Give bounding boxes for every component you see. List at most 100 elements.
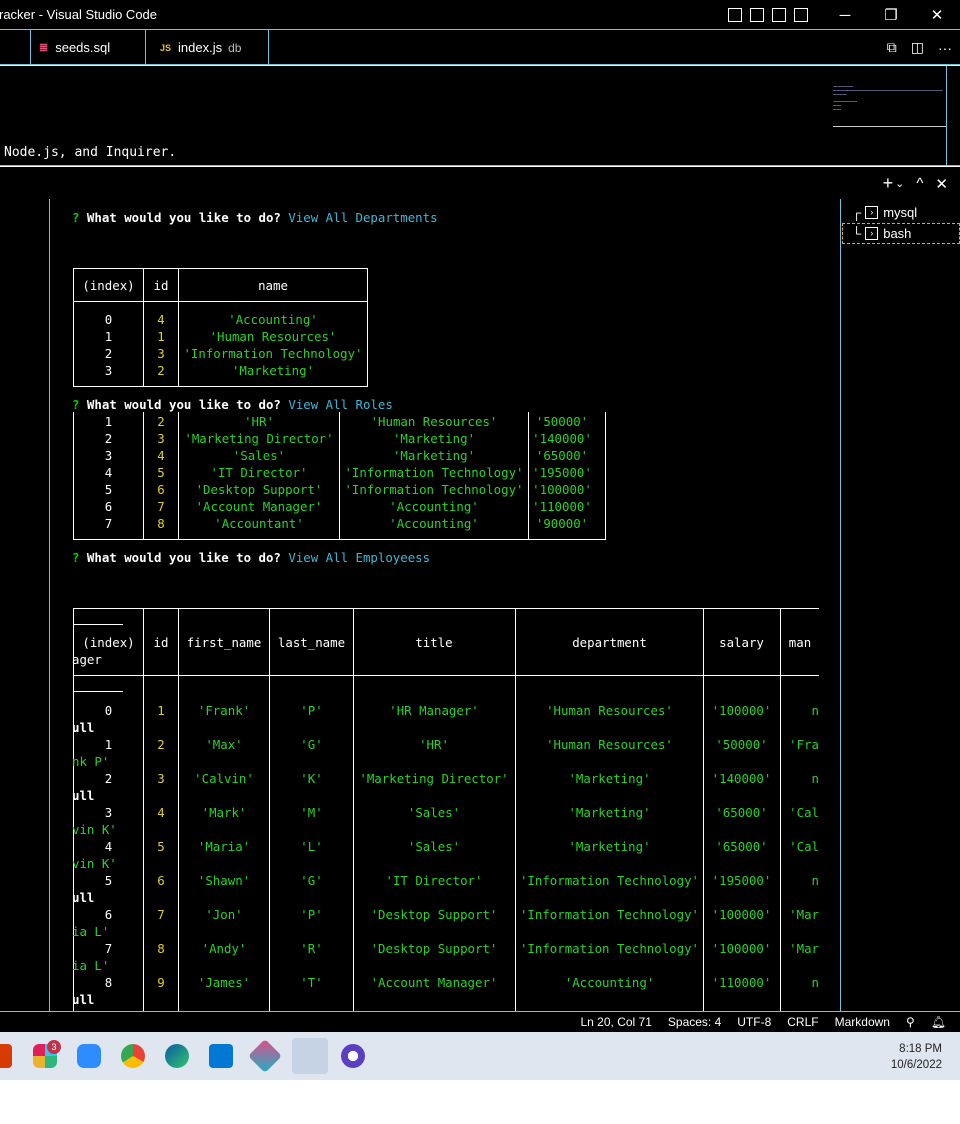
- table-cell-wrap: nk P': [72, 754, 110, 769]
- indentation[interactable]: Spaces: 4: [668, 1015, 721, 1029]
- customize-layout-icon[interactable]: [794, 8, 808, 22]
- table-cell: 'Sales': [232, 448, 286, 463]
- table-cell: '110000': [532, 499, 592, 514]
- table-cell: 'Human Resources': [546, 703, 673, 718]
- editor-area[interactable]: Node.js, and Inquirer.: [0, 66, 960, 166]
- database-icon: ≣: [39, 42, 49, 54]
- snipping-tool-icon[interactable]: [292, 1038, 328, 1074]
- window-title: racker - Visual Studio Code: [0, 7, 158, 22]
- feedback-icon[interactable]: ⚲: [906, 1015, 915, 1029]
- edge-icon[interactable]: [165, 1044, 189, 1068]
- terminal-output[interactable]: ? What would you like to do? View All De…: [0, 199, 840, 1011]
- table-cell-wrap: ia L': [72, 958, 110, 973]
- table-header: man: [788, 635, 812, 650]
- table-cell: 'Information Technology': [519, 873, 700, 888]
- minimize-button[interactable]: ─: [822, 0, 868, 30]
- notifications-icon[interactable]: 🔔︎: [931, 1015, 946, 1029]
- table-cell: 'Information Technology': [344, 482, 524, 497]
- table-header: name: [258, 278, 288, 293]
- office-icon[interactable]: [0, 1044, 12, 1068]
- table-cell: 'HR': [244, 414, 274, 429]
- table-cell: 1: [104, 329, 113, 344]
- table-cell: 2: [104, 771, 113, 786]
- tab-seeds-sql[interactable]: ≣ seeds.sql: [31, 30, 146, 65]
- screen-recorder-icon[interactable]: [341, 1044, 365, 1068]
- more-actions-icon[interactable]: ···: [938, 40, 952, 56]
- table-cell: 'Cal: [789, 805, 819, 820]
- table-cell: 3: [104, 805, 113, 820]
- encoding[interactable]: UTF-8: [737, 1015, 771, 1029]
- chrome-icon[interactable]: [121, 1044, 145, 1068]
- vscode-icon[interactable]: [209, 1044, 233, 1068]
- table-cell: 3: [157, 346, 165, 361]
- table-cell: 6: [104, 907, 113, 922]
- gitkraken-icon[interactable]: [248, 1039, 282, 1073]
- table-border: [73, 691, 123, 692]
- table-header: last_name: [277, 635, 346, 650]
- table-cell: 7: [157, 499, 165, 514]
- tab-hidden[interactable]: [0, 30, 31, 65]
- table-cell: 'IT Director': [385, 873, 483, 888]
- tab-label: index.js: [178, 40, 223, 55]
- line-ending[interactable]: CRLF: [787, 1015, 818, 1029]
- table-cell: 'Marketing Director': [359, 771, 509, 786]
- table-cell: 'Information Technology': [183, 346, 363, 361]
- close-window-button[interactable]: ✕: [914, 0, 960, 30]
- open-preview-icon[interactable]: ⧉: [887, 39, 897, 56]
- notification-badge: 3: [47, 1040, 61, 1054]
- table-cell: '100000': [711, 941, 772, 956]
- table-cell: '65000': [535, 448, 589, 463]
- editor-tab-bar: ≣ seeds.sql JS index.js db ⧉ ◫ ···: [0, 30, 960, 65]
- table-cell: 'G': [300, 873, 323, 888]
- table-cell: 'P': [300, 703, 323, 718]
- terminal-item-bash[interactable]: └ › bash: [842, 223, 960, 244]
- restore-button[interactable]: ❐: [868, 0, 914, 30]
- taskbar: 3 8:18 PM 10/6/2022: [0, 1032, 960, 1080]
- tab-index-js[interactable]: JS index.js db: [146, 30, 269, 65]
- toggle-secondary-sidebar-icon[interactable]: [772, 8, 786, 22]
- maximize-panel-button[interactable]: ^: [916, 175, 923, 192]
- terminal-dropdown-icon[interactable]: ⌄: [895, 177, 904, 190]
- minimap-viewport: [833, 126, 946, 127]
- table-header: (index): [82, 278, 135, 293]
- toggle-primary-sidebar-icon[interactable]: [728, 8, 742, 22]
- table-header: id: [153, 278, 169, 293]
- clock-time: 8:18 PM: [899, 1043, 942, 1055]
- split-editor-icon[interactable]: ◫: [911, 39, 924, 56]
- table-cell: 'Marketing Director': [184, 431, 334, 446]
- table-cell: 7: [157, 907, 165, 922]
- table-cell: 3: [157, 431, 165, 446]
- table-cell: 'James': [197, 975, 251, 990]
- close-panel-button[interactable]: ✕: [935, 175, 948, 193]
- table-cell: 'Mar: [789, 907, 819, 922]
- table-cell: 'T': [300, 975, 323, 990]
- table-cell: 2: [157, 414, 165, 429]
- table-cell: 4: [157, 448, 165, 463]
- new-terminal-button[interactable]: +: [883, 173, 894, 194]
- editor-scrollbar[interactable]: [946, 66, 947, 166]
- table-cell: '100000': [532, 482, 592, 497]
- table-cell: '90000': [535, 516, 589, 531]
- zoom-icon[interactable]: [77, 1044, 101, 1068]
- table-cell: 'Marketing': [568, 839, 651, 854]
- table-cell: 'Marketing': [231, 363, 315, 378]
- table-cell: 'Desktop Support': [195, 482, 323, 497]
- system-clock[interactable]: 8:18 PM 10/6/2022: [891, 1041, 942, 1073]
- table-cell: 1: [104, 414, 113, 429]
- table-cell: '100000': [711, 907, 772, 922]
- table-cell: 0: [104, 312, 113, 327]
- toggle-panel-icon[interactable]: [750, 8, 764, 22]
- table-cell: 'IT Director': [210, 465, 308, 480]
- clock-date: 10/6/2022: [890, 1059, 942, 1071]
- terminal-item-mysql[interactable]: ┌ › mysql: [842, 202, 960, 223]
- language-mode[interactable]: Markdown: [835, 1015, 890, 1029]
- cursor-position[interactable]: Ln 20, Col 71: [581, 1015, 652, 1029]
- table-cell: n: [811, 703, 819, 718]
- table-cell: 'Calvin': [194, 771, 254, 786]
- minimap[interactable]: [833, 86, 946, 130]
- table-cell: 'Max': [205, 737, 243, 752]
- table-cell: 'Account Manager': [370, 975, 498, 990]
- table-cell: 'Frank': [197, 703, 251, 718]
- table-cell: 'Mark': [201, 805, 247, 820]
- table-cell: n: [811, 975, 819, 990]
